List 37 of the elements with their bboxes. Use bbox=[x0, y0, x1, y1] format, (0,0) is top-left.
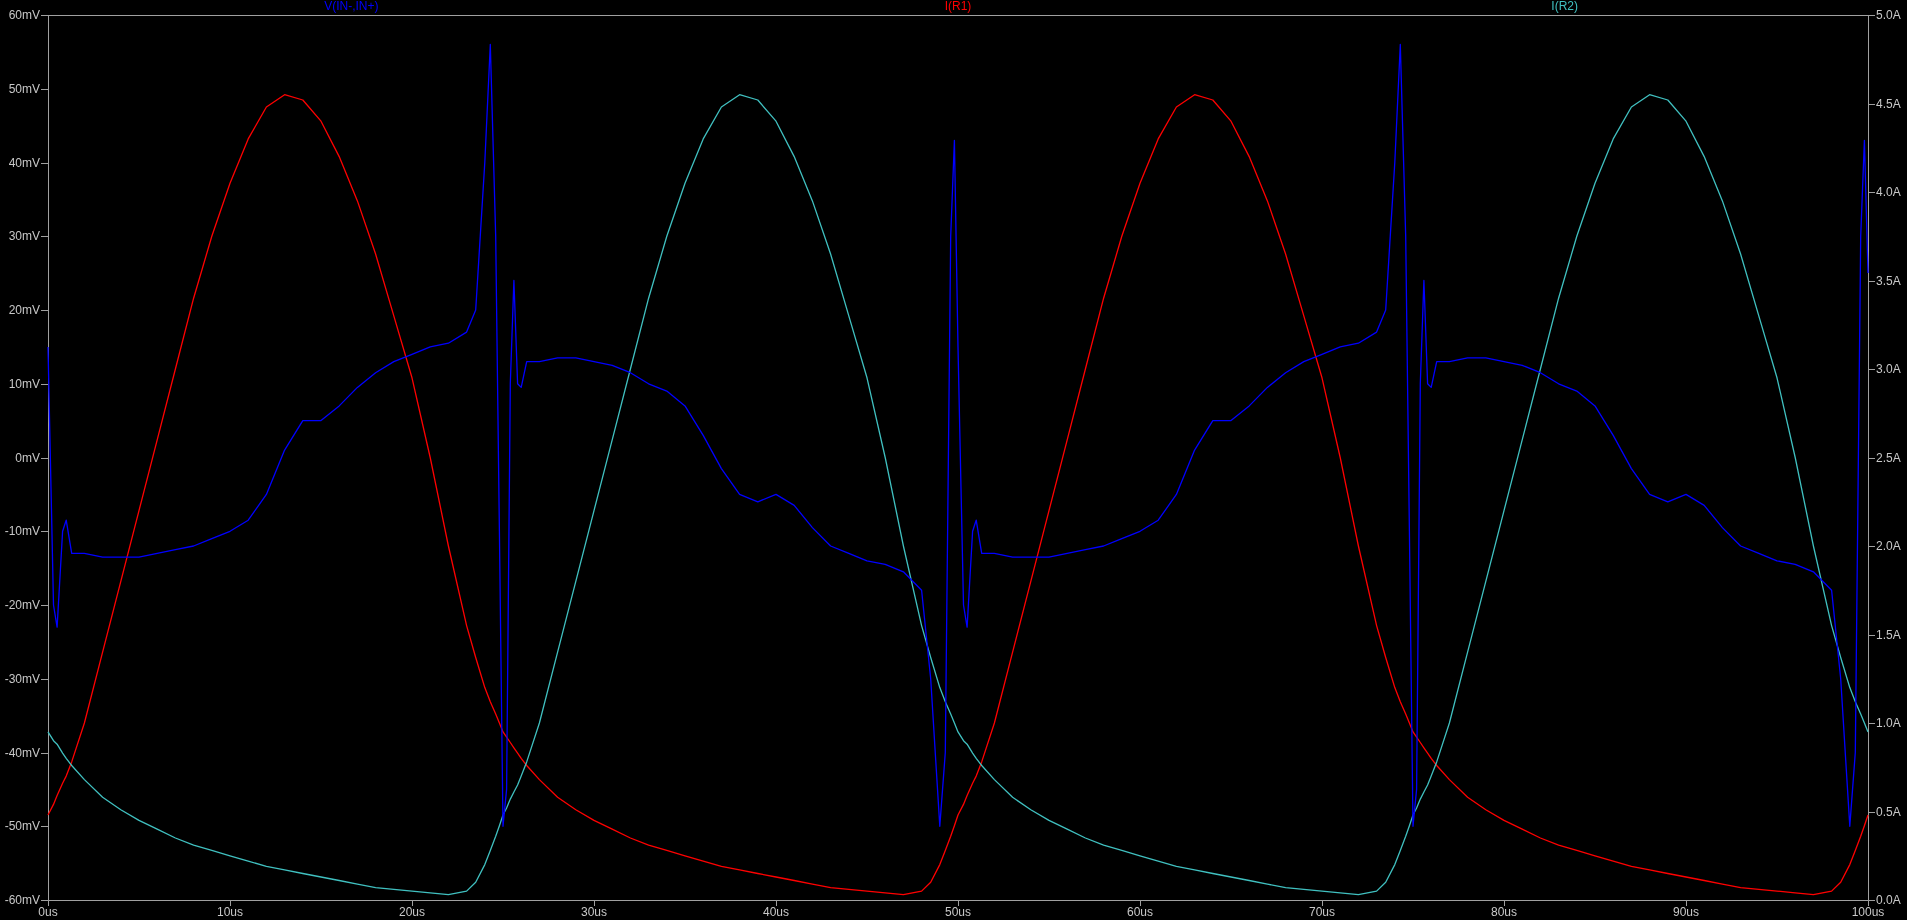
trace-legend-label[interactable]: I(R1) bbox=[944, 0, 972, 13]
axis-tick-label: 30mV bbox=[8, 229, 40, 244]
axis-tick-label: -60mV bbox=[4, 893, 40, 907]
axis-tick-label: 80us bbox=[1491, 905, 1517, 919]
axis-tick-label: 0.0A bbox=[1876, 893, 1901, 907]
axis-tick-label: 0us bbox=[38, 905, 58, 919]
axis-tick-label: 2.5A bbox=[1876, 450, 1901, 465]
axis-tick-label: 50mV bbox=[8, 81, 40, 96]
axis-tick-label: 10us bbox=[217, 905, 243, 919]
axis-tick-label: 40us bbox=[763, 905, 789, 919]
axis-tick-label: -20mV bbox=[4, 598, 40, 612]
axis-tick-label: 3.5A bbox=[1876, 273, 1901, 288]
axis-tick-label: -50mV bbox=[4, 819, 40, 834]
axis-tick-label: -30mV bbox=[4, 671, 40, 686]
axis-tick-label: 3.0A bbox=[1876, 362, 1901, 376]
axis-tick-label: 70us bbox=[1309, 905, 1335, 919]
axis-tick-label: 10mV bbox=[8, 376, 40, 391]
axis-tick-label: 40mV bbox=[8, 155, 40, 170]
axis-tick-label: 1.5A bbox=[1876, 627, 1901, 642]
axis-tick-label: 20us bbox=[399, 905, 425, 919]
axis-tick-label: 4.0A bbox=[1876, 185, 1901, 199]
axis-tick-label: 100us bbox=[1851, 905, 1885, 919]
axis-tick-label: 0mV bbox=[15, 450, 40, 465]
axis-tick-label: -10mV bbox=[4, 524, 40, 539]
axis-tick-label: 30us bbox=[581, 905, 607, 919]
axis-tick-label: 5.0A bbox=[1876, 8, 1901, 22]
axis-tick-label: 0.5A bbox=[1876, 804, 1901, 819]
axis-tick-label: 20mV bbox=[8, 303, 40, 317]
axis-tick-label: 60mV bbox=[8, 8, 40, 22]
axis-tick-label: 2.0A bbox=[1876, 539, 1901, 553]
axis-tick-label: 4.5A bbox=[1876, 96, 1901, 111]
axis-tick-label: 1.0A bbox=[1876, 716, 1901, 730]
axis-tick-label: 90us bbox=[1673, 905, 1699, 919]
trace-legend-label[interactable]: I(R2) bbox=[1551, 0, 1578, 13]
axis-tick-label: -40mV bbox=[4, 745, 40, 760]
axis-tick-label: 50us bbox=[945, 905, 971, 919]
axis-tick-label: 60us bbox=[1127, 905, 1153, 919]
